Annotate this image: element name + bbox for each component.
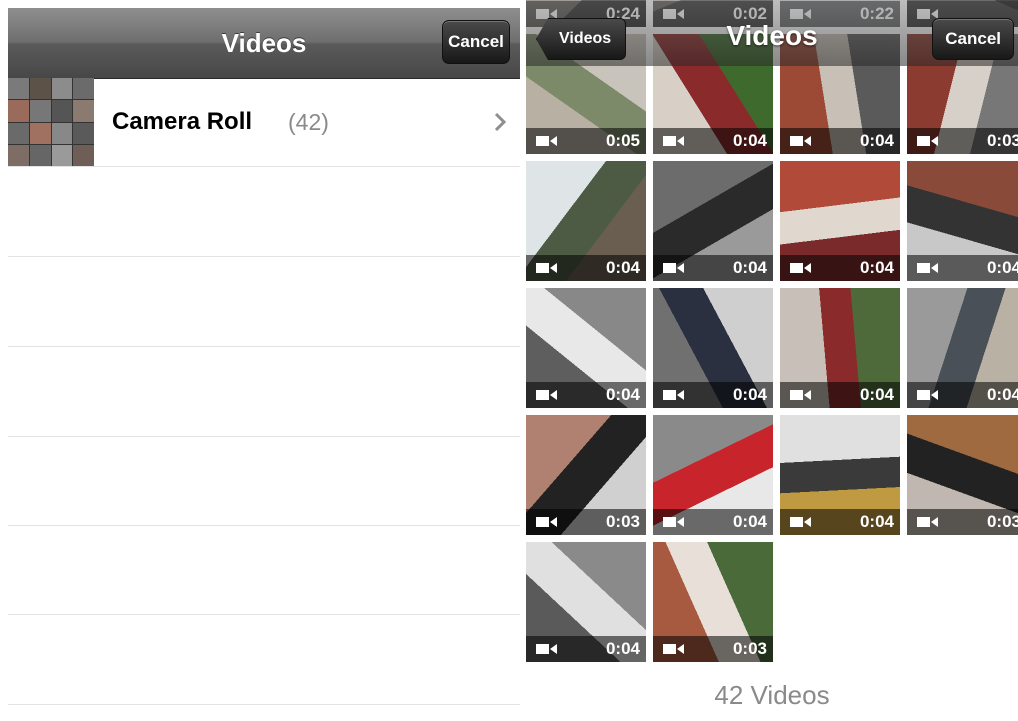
video-camera-icon [536,517,557,527]
video-camera-icon [663,644,684,654]
video-camera-icon [536,644,557,654]
album-name: Camera Roll [112,108,253,135]
video-duration: 0:04 [732,258,767,277]
video-thumbnail[interactable]: 0:03 [653,542,773,662]
video-thumbnail[interactable]: 0:04 [907,288,1018,408]
video-duration: 0:03 [732,639,767,658]
video-camera-icon [663,517,684,527]
video-thumbnail[interactable]: 0:04 [780,288,900,408]
divider [8,256,520,257]
video-camera-icon [917,517,938,527]
video-duration: 0:04 [986,385,1018,404]
album-thumbnail [8,78,94,166]
video-thumbnail[interactable]: 0:03 [526,415,646,535]
video-duration: 0:04 [859,385,894,404]
divider [8,346,520,347]
cancel-button[interactable]: Cancel [932,18,1014,60]
divider [8,436,520,437]
video-camera-icon [790,390,811,400]
video-duration: 0:04 [732,512,767,531]
video-thumbnail[interactable]: 0:04 [653,288,773,408]
divider [8,704,520,705]
video-duration: 0:04 [859,258,894,277]
video-thumbnail[interactable]: 0:04 [907,161,1018,281]
video-duration: 0:03 [986,131,1018,150]
video-duration: 0:04 [605,385,640,404]
video-thumbnail[interactable]: 0:04 [526,161,646,281]
video-thumbnail[interactable]: 0:04 [526,288,646,408]
video-thumbnail[interactable]: 0:04 [653,415,773,535]
video-duration: 0:03 [605,512,640,531]
video-duration: 0:04 [605,639,640,658]
album-count: (42) [288,109,329,135]
divider [8,525,520,526]
video-duration: 0:03 [986,512,1018,531]
video-grid-screen: 0:240:020:220:050:040:040:030:040:040:04… [526,0,1018,721]
video-camera-icon [536,136,557,146]
video-duration: 0:04 [732,385,767,404]
cancel-button[interactable]: Cancel [442,20,510,64]
video-duration: 0:04 [859,131,894,150]
video-thumbnail[interactable]: 0:04 [526,542,646,662]
video-thumbnail[interactable]: 0:04 [780,161,900,281]
video-count-footer: 42 Videos [714,680,830,710]
video-camera-icon [790,136,811,146]
video-thumbnail[interactable]: 0:04 [780,415,900,535]
video-camera-icon [790,263,811,273]
video-camera-icon [536,263,557,273]
video-camera-icon [536,390,557,400]
video-camera-icon [917,390,938,400]
albums-screen: Videos Cancel Camera Roll (42) [8,8,520,721]
video-camera-icon [917,263,938,273]
navigation-bar: Videos Cancel [8,8,520,79]
video-camera-icon [917,136,938,146]
video-duration: 0:04 [732,131,767,150]
video-camera-icon [663,136,684,146]
chevron-right-icon [494,112,506,132]
video-duration: 0:04 [986,258,1018,277]
video-camera-icon [790,517,811,527]
video-thumbnail[interactable]: 0:04 [653,161,773,281]
video-thumbnail[interactable]: 0:03 [907,415,1018,535]
divider [8,614,520,615]
video-duration: 0:04 [605,258,640,277]
video-duration: 0:04 [859,512,894,531]
video-camera-icon [663,263,684,273]
video-duration: 0:05 [605,131,640,150]
album-row-camera-roll[interactable]: Camera Roll (42) [8,78,520,167]
video-camera-icon [663,390,684,400]
navigation-bar-translucent: Videos Videos Cancel [526,0,1018,66]
